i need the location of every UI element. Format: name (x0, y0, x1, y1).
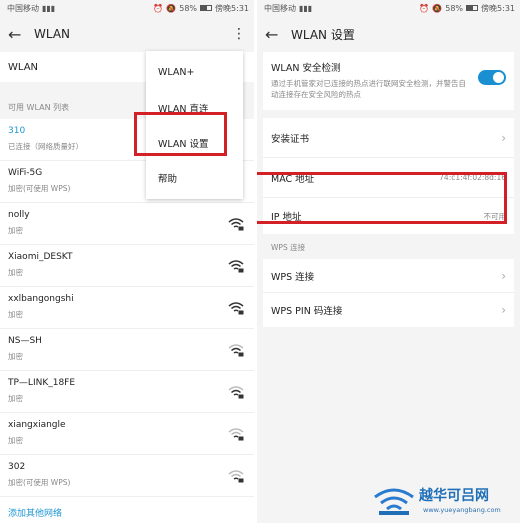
network-name: NS—SH (8, 336, 42, 346)
network-status: 加密 (8, 268, 23, 277)
row-label: WPS 连接 (271, 271, 315, 283)
add-network-link[interactable]: 添加其他网络 (0, 497, 254, 523)
network-status: 加密 (8, 436, 23, 445)
signal-icon: ▮▮▮ (42, 3, 56, 13)
mute-icon: 🔕 (432, 3, 443, 13)
watermark-text: 越华可吕网 (419, 488, 489, 504)
network-item[interactable]: TP—LINK_18FE 加密 (0, 371, 254, 413)
carrier-label: 中国移动 (7, 3, 39, 13)
status-bar: 中国移动 ▮▮▮ ⏰ 🔕 58% 傍晚5:31 (0, 0, 254, 16)
wlan-label: WLAN (8, 61, 39, 73)
network-name: TP—LINK_18FE (8, 378, 76, 388)
security-detect-row[interactable]: WLAN 安全检测 通过手机管家对已连接的热点进行联网安全检测，并警告自动连接存… (263, 52, 514, 110)
network-name: 302 (8, 462, 26, 472)
security-detect-desc: 通过手机管家对已连接的热点进行联网安全检测，并警告自动连接存在安全风险的热点 (271, 79, 466, 99)
watermark-url: www.yueyangbang.com (423, 506, 501, 514)
wps-card: WPS 连接 › WPS PIN 码连接 › (263, 259, 514, 327)
page-title: WLAN (34, 27, 71, 41)
network-name: Xiaomi_DESKT (8, 252, 73, 262)
wps-connect-row[interactable]: WPS 连接 › (263, 259, 514, 293)
network-item[interactable]: 302 加密(可使用 WPS) (0, 455, 254, 497)
status-bar: 中国移动 ▮▮▮ ⏰ 🔕 58% 傍晚5:31 (257, 0, 520, 16)
back-arrow-icon[interactable]: ← (8, 25, 34, 44)
wps-section-header: WPS 连接 (271, 243, 306, 252)
network-name: xiangxiangle (8, 420, 66, 430)
security-detect-toggle[interactable] (478, 70, 506, 85)
battery-icon (200, 5, 213, 11)
menu-item-help[interactable]: 帮助 (146, 160, 243, 195)
highlight-box (257, 172, 507, 224)
install-cert-row[interactable]: 安装证书 › (263, 118, 514, 158)
network-status: 加密(可使用 WPS) (8, 478, 71, 487)
app-bar: ← WLAN 设置 (257, 16, 520, 52)
wifi-lock-icon (228, 260, 244, 273)
chevron-right-icon: › (501, 130, 506, 145)
wps-pin-row[interactable]: WPS PIN 码连接 › (263, 293, 514, 327)
network-item[interactable]: xiangxiangle 加密 (0, 413, 254, 455)
wifi-lock-icon (228, 470, 244, 483)
watermark-logo-icon (374, 488, 414, 515)
chevron-right-icon: › (501, 268, 506, 283)
alarm-icon: ⏰ (153, 3, 164, 13)
chevron-right-icon: › (501, 303, 506, 317)
battery-percent: 58% (179, 3, 198, 13)
battery-icon (466, 5, 479, 11)
signal-icon: ▮▮▮ (299, 3, 313, 13)
network-status: 加密 (8, 226, 23, 235)
alarm-icon: ⏰ (419, 3, 430, 13)
wlan-settings-screen: 中国移动 ▮▮▮ ⏰ 🔕 58% 傍晚5:31 ← WLAN 设置 WLAN 安… (257, 0, 520, 523)
wifi-lock-icon (228, 218, 244, 231)
network-status: 加密 (8, 394, 23, 403)
battery-percent: 58% (445, 3, 464, 13)
mute-icon: 🔕 (166, 3, 177, 13)
wifi-lock-icon (228, 428, 244, 441)
clock: 傍晚5:31 (215, 3, 249, 13)
wifi-lock-icon (228, 302, 244, 315)
row-label: 安装证书 (271, 133, 310, 145)
watermark: 越华可吕网 www.yueyangbang.com (371, 481, 516, 519)
menu-item-wlan-plus[interactable]: WLAN+ (146, 55, 243, 90)
network-name: xxlbangongshi (8, 294, 74, 304)
network-item[interactable]: Xiaomi_DESKT 加密 (0, 245, 254, 287)
carrier-label: 中国移动 (264, 3, 296, 13)
back-arrow-icon[interactable]: ← (265, 25, 291, 44)
network-name: nolly (8, 210, 30, 220)
clock: 傍晚5:31 (481, 3, 515, 13)
app-bar: ← WLAN ⋮ (0, 16, 254, 52)
network-item[interactable]: xxlbangongshi 加密 (0, 287, 254, 329)
wlan-list-screen: 中国移动 ▮▮▮ ⏰ 🔕 58% 傍晚5:31 ← WLAN ⋮ WLAN 可用… (0, 0, 254, 523)
network-item[interactable]: nolly 加密 (0, 203, 254, 245)
more-options-icon[interactable]: ⋮ (232, 26, 246, 42)
security-detect-title: WLAN 安全检测 (271, 63, 341, 74)
row-label: WPS PIN 码连接 (271, 306, 343, 317)
network-status: 加密 (8, 352, 23, 361)
wifi-lock-icon (228, 344, 244, 357)
wifi-lock-icon (228, 386, 244, 399)
highlight-box (134, 112, 227, 156)
page-title: WLAN 设置 (291, 27, 355, 42)
network-item[interactable]: NS—SH 加密 (0, 329, 254, 371)
network-status: 加密 (8, 310, 23, 319)
